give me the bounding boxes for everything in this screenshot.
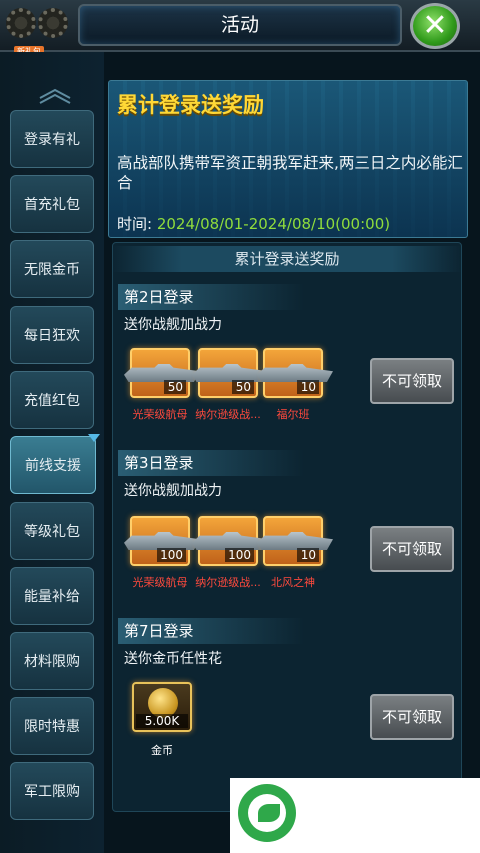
aircraft-carrier-icon <box>124 364 200 382</box>
reward-item-name: 金币 <box>151 744 173 757</box>
close-button[interactable]: ✕ <box>410 3 460 49</box>
sidebar-item-unlimited-gold[interactable]: 无限金币 <box>10 240 94 298</box>
time-label: 时间: <box>117 215 153 233</box>
reward-item[interactable]: 100 <box>124 516 200 566</box>
sidebar-item-first-recharge[interactable]: 首充礼包 <box>10 175 94 233</box>
gear-icon <box>6 8 36 38</box>
sidebar-item-frontline-support[interactable]: 前线支援 <box>10 436 96 494</box>
reward-item[interactable]: 10 <box>257 516 333 566</box>
destroyer-icon <box>257 364 333 382</box>
gear-icon <box>38 8 68 38</box>
sidebar-item-level-gift[interactable]: 等级礼包 <box>10 502 94 560</box>
claim-button-day-2[interactable]: 不可领取 <box>370 358 454 404</box>
day-2-label: 第2日登录 <box>118 284 304 310</box>
day-2-description: 送你战舰加战力 <box>124 317 222 333</box>
reward-item-name: 光荣级航母 <box>132 408 188 421</box>
sidebar-item-military-limited[interactable]: 军工限购 <box>10 762 94 820</box>
reward-item-name: 纳尔逊级战... <box>195 408 261 421</box>
event-banner: 累计登录送奖励 高战部队携带军资正朝我军赶来,两三日之内必能汇合 时间: 202… <box>108 80 468 238</box>
sidebar-item-recharge-red-packet[interactable]: 充值红包 <box>10 371 94 429</box>
reward-item[interactable]: 50 <box>192 348 268 398</box>
reward-item-name: 光荣级航母 <box>132 576 188 589</box>
sidebar-item-material-limited[interactable]: 材料限购 <box>10 632 94 690</box>
reward-section-header: 累计登录送奖励 <box>112 246 462 272</box>
reward-item-name: 福尔班 <box>276 408 310 421</box>
sidebar-item-daily-carnival[interactable]: 每日狂欢 <box>10 306 94 364</box>
day-7-description: 送你金币任性花 <box>124 651 222 667</box>
banner-title: 累计登录送奖励 <box>117 93 264 117</box>
day-3-label: 第3日登录 <box>118 450 304 476</box>
reward-item[interactable]: 50 <box>124 348 200 398</box>
banner-description: 高战部队携带军资正朝我军赶来,两三日之内必能汇合 <box>117 154 463 192</box>
chevron-up-icon[interactable] <box>38 88 72 104</box>
claim-button-day-7[interactable]: 不可领取 <box>370 694 454 740</box>
close-x-icon: ✕ <box>422 8 448 43</box>
reward-item-name: 北风之神 <box>271 576 315 589</box>
page-title: 活动 <box>220 14 259 36</box>
reward-item-name: 纳尔逊级战... <box>195 576 261 589</box>
active-indicator <box>88 434 100 442</box>
reward-item[interactable]: 5.00K <box>132 682 192 732</box>
reward-item[interactable]: 10 <box>257 348 333 398</box>
sidebar-item-login-gift[interactable]: 登录有礼 <box>10 110 94 168</box>
time-value: 2024/08/01-2024/08/10(00:00) <box>156 215 391 233</box>
sidebar-item-time-limited-deal[interactable]: 限时特惠 <box>10 697 94 755</box>
battleship-icon <box>192 364 268 382</box>
leaf-logo-icon <box>238 784 296 842</box>
submarine-icon <box>257 532 333 550</box>
banner-time: 时间: 2024/08/01-2024/08/10(00:00) <box>117 213 390 234</box>
day-7-label: 第7日登录 <box>118 618 304 644</box>
claim-button-day-3[interactable]: 不可领取 <box>370 526 454 572</box>
sidebar-item-energy-supply[interactable]: 能量补给 <box>10 567 94 625</box>
reward-item[interactable]: 100 <box>192 516 268 566</box>
day-3-description: 送你战舰加战力 <box>124 483 222 499</box>
